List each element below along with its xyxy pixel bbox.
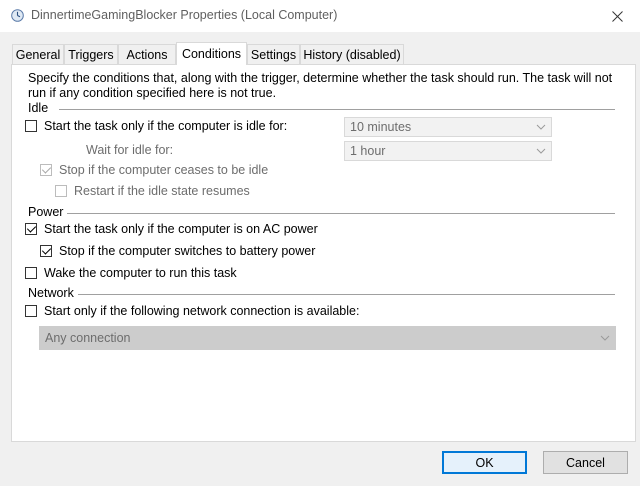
restart-if-resumes-row[interactable]: Restart if the idle state resumes (55, 184, 250, 198)
conditions-panel: Specify the conditions that, along with … (11, 64, 636, 442)
start-if-network-row[interactable]: Start only if the following network conn… (25, 304, 359, 318)
stop-on-battery-row[interactable]: Stop if the computer switches to battery… (40, 244, 315, 258)
stop-on-battery-checkbox[interactable] (40, 245, 52, 257)
wake-to-run-label: Wake the computer to run this task (44, 266, 237, 280)
wait-idle-value: 1 hour (350, 144, 386, 158)
stop-if-ceases-row[interactable]: Stop if the computer ceases to be idle (40, 163, 268, 177)
idle-group-label: Idle (28, 101, 49, 115)
stop-if-ceases-checkbox[interactable] (40, 164, 52, 176)
tab-conditions[interactable]: Conditions (176, 42, 247, 65)
tab-settings[interactable]: Settings (247, 44, 300, 64)
start-on-ac-label: Start the task only if the computer is o… (44, 222, 318, 236)
start-if-idle-row[interactable]: Start the task only if the computer is i… (25, 119, 287, 133)
tab-history[interactable]: History (disabled) (300, 44, 404, 64)
start-on-ac-row[interactable]: Start the task only if the computer is o… (25, 222, 318, 236)
network-connection-select[interactable]: Any connection (39, 326, 616, 350)
stop-if-ceases-label: Stop if the computer ceases to be idle (59, 163, 269, 177)
start-if-idle-checkbox[interactable] (25, 120, 37, 132)
wake-to-run-checkbox[interactable] (25, 267, 37, 279)
start-if-idle-label: Start the task only if the computer is i… (44, 119, 288, 133)
power-group-divider (67, 213, 615, 214)
stop-on-battery-label: Stop if the computer switches to battery… (59, 244, 316, 258)
chevron-down-icon (536, 148, 546, 154)
idle-group-divider (59, 109, 615, 110)
ok-button[interactable]: OK (442, 451, 527, 474)
title-bar: DinnertimeGamingBlocker Properties (Loca… (0, 0, 640, 32)
wait-idle-label: Wait for idle for: (86, 143, 174, 157)
restart-if-resumes-label: Restart if the idle state resumes (74, 184, 250, 198)
network-group-divider (78, 294, 615, 295)
cancel-button[interactable]: Cancel (543, 451, 628, 474)
start-if-network-checkbox[interactable] (25, 305, 37, 317)
tab-general[interactable]: General (12, 44, 64, 64)
window-title: DinnertimeGamingBlocker Properties (Loca… (31, 8, 338, 22)
close-icon (611, 10, 623, 22)
start-on-ac-checkbox[interactable] (25, 223, 37, 235)
cancel-button-label: Cancel (566, 455, 605, 470)
wake-to-run-row[interactable]: Wake the computer to run this task (25, 266, 237, 280)
tab-label: History (disabled) (303, 47, 401, 62)
idle-duration-select[interactable]: 10 minutes (344, 117, 552, 137)
tab-label: Conditions (181, 47, 242, 61)
chevron-down-icon (536, 124, 546, 130)
wait-idle-select[interactable]: 1 hour (344, 141, 552, 161)
tab-label: Triggers (68, 47, 114, 62)
network-connection-value: Any connection (45, 331, 131, 345)
chevron-down-icon (600, 335, 610, 341)
restart-if-resumes-checkbox[interactable] (55, 185, 67, 197)
ok-button-label: OK (475, 455, 494, 470)
network-group-label: Network (28, 286, 74, 300)
power-group-label: Power (28, 205, 64, 219)
tab-label: General (15, 47, 61, 62)
idle-duration-value: 10 minutes (350, 120, 412, 134)
conditions-description: Specify the conditions that, along with … (28, 71, 613, 100)
tab-actions[interactable]: Actions (118, 44, 176, 64)
task-scheduler-icon (11, 9, 24, 22)
start-if-network-label: Start only if the following network conn… (44, 304, 360, 318)
tab-label: Settings (250, 47, 297, 62)
close-button[interactable] (594, 0, 640, 32)
tab-triggers[interactable]: Triggers (64, 44, 118, 64)
tab-label: Actions (126, 47, 168, 62)
